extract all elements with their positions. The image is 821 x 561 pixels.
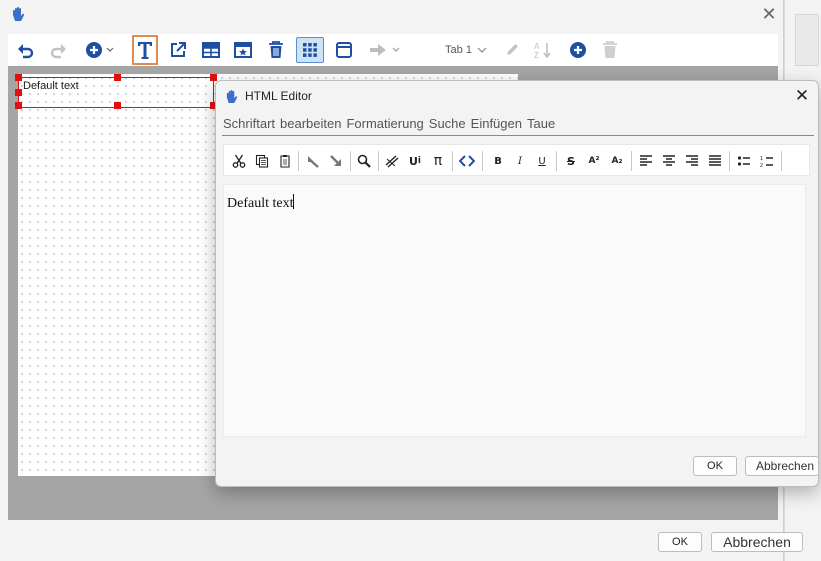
dialog-title: HTML Editor: [245, 89, 312, 103]
editor-content-text: Default text: [227, 196, 294, 211]
export-icon[interactable]: [168, 38, 188, 62]
arrow-dropdown-icon[interactable]: [368, 38, 402, 62]
bold-label: B: [494, 155, 502, 167]
html-editor-area[interactable]: Default text: [223, 184, 806, 437]
ok-button[interactable]: OK: [693, 456, 737, 476]
image-frame-icon[interactable]: [232, 38, 254, 62]
toolbar-separator: [378, 151, 379, 171]
hand-icon: [225, 89, 238, 104]
trash-disabled-icon: [600, 38, 620, 62]
search-icon[interactable]: [354, 151, 374, 171]
text-tool-icon[interactable]: [132, 35, 158, 65]
underline-label: U: [538, 155, 546, 167]
align-right-icon[interactable]: [682, 151, 702, 171]
align-justify-icon[interactable]: [705, 151, 725, 171]
superscript-label: A²: [588, 156, 600, 166]
subscript-label: A₂: [611, 156, 623, 166]
italic-label: I: [518, 155, 522, 167]
bullet-list-icon[interactable]: [734, 151, 754, 171]
menu-format[interactable]: Formatierung: [346, 116, 423, 135]
main-toolbar: Tab 1 AZ: [8, 34, 778, 66]
superscript-button[interactable]: A²: [584, 151, 604, 171]
menu-font[interactable]: Schriftart: [223, 116, 275, 135]
menu-taue[interactable]: Taue: [527, 116, 555, 135]
resize-handle[interactable]: [114, 102, 121, 109]
italic-button[interactable]: I: [510, 151, 530, 171]
menu-insert[interactable]: Einfügen: [471, 116, 522, 135]
toolbar-separator: [631, 151, 632, 171]
tab-select-value: Tab 1: [445, 44, 472, 56]
frame-icon[interactable]: [334, 38, 354, 62]
title-bar: ✕: [0, 0, 784, 30]
undo-icon[interactable]: [16, 38, 36, 62]
svg-text:2: 2: [760, 163, 763, 168]
trash-icon[interactable]: [266, 38, 286, 62]
redo-icon[interactable]: [326, 151, 346, 171]
toolbar-separator: [350, 151, 351, 171]
align-center-icon[interactable]: [659, 151, 679, 171]
numbered-list-icon[interactable]: 12: [757, 151, 777, 171]
pencil-icon[interactable]: [502, 38, 522, 62]
resize-handle[interactable]: [15, 74, 22, 81]
table-icon[interactable]: [200, 38, 222, 62]
menu-edit[interactable]: bearbeiten: [280, 116, 341, 135]
tab-select[interactable]: Tab 1: [442, 38, 490, 62]
cancel-button[interactable]: Abbrechen: [745, 456, 819, 476]
hand-icon: [11, 6, 25, 22]
cancel-button[interactable]: Abbrechen: [711, 532, 803, 552]
ok-button[interactable]: OK: [658, 532, 702, 552]
paste-icon[interactable]: [275, 151, 295, 171]
editor-content: Default text: [227, 194, 295, 212]
svg-text:Z: Z: [534, 51, 539, 59]
svg-text:1: 1: [760, 156, 763, 162]
bold-button[interactable]: B: [488, 151, 508, 171]
toolbar-separator: [298, 151, 299, 171]
toolbar-separator: [482, 151, 483, 171]
toolbar-separator: [556, 151, 557, 171]
pi-icon-label: π: [433, 153, 443, 169]
html-editor-dialog: HTML Editor ✕ Schriftart bearbeiten Form…: [215, 80, 819, 487]
text-caret: [293, 194, 295, 209]
source-code-icon[interactable]: [457, 151, 477, 171]
resize-handle[interactable]: [15, 89, 22, 96]
background-pane: [795, 14, 819, 66]
unicode-icon-label: U: [408, 154, 418, 168]
toolbar-separator: [729, 151, 730, 171]
redo-icon[interactable]: [48, 38, 68, 62]
grid-icon[interactable]: [296, 37, 324, 63]
subscript-button[interactable]: A₂: [607, 151, 627, 171]
undo-icon[interactable]: [303, 151, 323, 171]
svg-text:A: A: [534, 42, 540, 51]
link-icon[interactable]: [382, 151, 402, 171]
align-left-icon[interactable]: [636, 151, 656, 171]
copy-icon[interactable]: [252, 151, 272, 171]
close-icon[interactable]: ✕: [758, 3, 780, 25]
unicode-icon[interactable]: Ui: [405, 151, 425, 171]
strikethrough-button[interactable]: S: [561, 151, 581, 171]
resize-handle[interactable]: [114, 74, 121, 81]
menu-search[interactable]: Suche: [429, 116, 466, 135]
cut-icon[interactable]: [229, 151, 249, 171]
toolbar-separator: [781, 151, 782, 171]
text-box-content: Default text: [23, 80, 79, 92]
format-toolbar: Ui π B I U S A² A₂ 1 2: [223, 144, 810, 176]
pi-icon[interactable]: π: [428, 151, 448, 171]
close-icon[interactable]: ✕: [791, 85, 813, 107]
add-circle-icon[interactable]: [568, 38, 588, 62]
sort-icon[interactable]: AZ: [532, 38, 554, 62]
strike-label: S: [567, 154, 575, 168]
toolbar-separator: [452, 151, 453, 171]
resize-handle[interactable]: [15, 102, 22, 109]
underline-button[interactable]: U: [532, 151, 552, 171]
add-dropdown-button[interactable]: [84, 38, 118, 62]
resize-handle[interactable]: [210, 74, 217, 81]
editor-menu-bar: Schriftart bearbeiten Formatierung Suche…: [222, 116, 814, 136]
